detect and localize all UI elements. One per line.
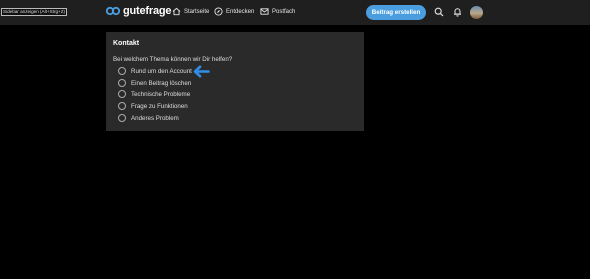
option-account-label: Rund um den Account [131, 67, 192, 75]
top-navigation-bar: Sidebar anzeigen (Alt+Strg+Z) gutefrage … [0, 0, 590, 25]
contact-panel: Kontakt Bei welchem Thema können wir Dir… [106, 32, 364, 131]
radio-account[interactable] [118, 67, 126, 75]
sidebar-tooltip: Sidebar anzeigen (Alt+Strg+Z) [1, 8, 68, 16]
bell-icon[interactable] [453, 7, 462, 17]
user-avatar[interactable] [470, 6, 483, 19]
nav-startseite-label: Startseite [184, 8, 210, 15]
compass-icon [214, 7, 223, 16]
option-delete-post[interactable]: Einen Beitrag löschen [118, 79, 191, 87]
arrow-left-icon [193, 65, 210, 78]
nav-postfach[interactable]: Postfach [260, 7, 295, 16]
create-post-button[interactable]: Beitrag erstellen [366, 5, 426, 20]
radio-technical[interactable] [118, 90, 126, 98]
option-technical-label: Technische Probleme [131, 90, 191, 98]
radio-features[interactable] [118, 102, 126, 110]
radio-other[interactable] [118, 114, 126, 122]
option-technical[interactable]: Technische Probleme [118, 90, 190, 98]
option-features-label: Frage zu Funktionen [131, 102, 188, 110]
mail-icon [260, 8, 269, 15]
option-delete-post-label: Einen Beitrag löschen [131, 79, 192, 87]
home-icon [172, 7, 181, 16]
logo-infinity-icon [106, 6, 120, 16]
option-other[interactable]: Anderes Problem [118, 114, 179, 122]
nav-entdecken[interactable]: Entdecken [214, 7, 254, 16]
nav-entdecken-label: Entdecken [226, 8, 255, 15]
contact-title: Kontakt [113, 40, 140, 47]
option-features[interactable]: Frage zu Funktionen [118, 102, 188, 110]
option-other-label: Anderes Problem [131, 114, 179, 122]
gutefrage-logo[interactable]: gutefrage [106, 5, 172, 17]
logo-text: gutefrage [123, 5, 172, 17]
radio-delete-post[interactable] [118, 79, 126, 87]
nav-startseite[interactable]: Startseite [172, 7, 209, 16]
search-icon[interactable] [434, 7, 444, 17]
contact-question: Bei welchem Thema können wir Dir helfen? [113, 56, 233, 63]
nav-postfach-label: Postfach [272, 8, 296, 15]
option-account[interactable]: Rund um den Account [118, 67, 192, 75]
